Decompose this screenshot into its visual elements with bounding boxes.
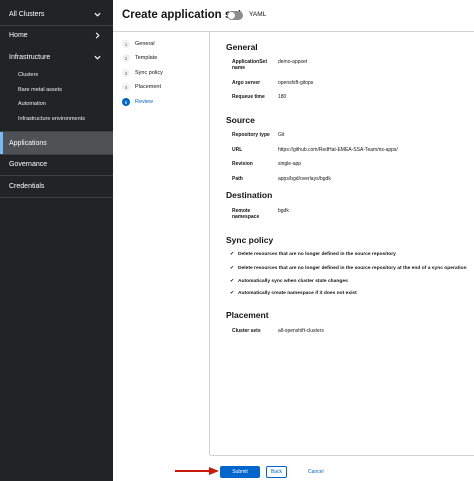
chevron-down-icon	[94, 54, 101, 61]
yaml-toggle-label: YAML	[249, 11, 267, 18]
cancel-button[interactable]: Cancel	[308, 466, 324, 478]
section-title-sync-policy: Sync policy	[226, 235, 274, 245]
revision-label: Revision	[232, 161, 253, 167]
sync-option-label: Delete resources that are no longer defi…	[238, 265, 467, 271]
arrow-right-icon	[175, 467, 219, 475]
requeue-time-value: 180	[278, 94, 287, 100]
check-icon: ✔	[230, 290, 235, 296]
submit-button[interactable]: Submit	[220, 466, 260, 478]
sidebar-item-label: Applications	[9, 139, 47, 147]
sidebar: All Clusters Home Infrastructure Cluster…	[0, 0, 113, 481]
argo-server-label: Argo server	[232, 80, 261, 86]
sidebar-subitem-bare-metal-assets[interactable]: Bare metal assets	[18, 87, 62, 93]
sync-option: ✔ Automatically sync when cluster state …	[230, 278, 348, 284]
sidebar-item-label: Home	[9, 31, 28, 39]
sidebar-item-credentials[interactable]: Credentials	[0, 178, 113, 194]
sidebar-item-label: Governance	[9, 160, 48, 168]
requeue-time-label: Requeue time	[232, 94, 265, 100]
back-button[interactable]: Back	[266, 466, 287, 478]
url-label: URL	[232, 147, 243, 153]
path-value: apps/bgd/overlays/bgdk	[278, 176, 331, 182]
check-icon: ✔	[230, 265, 235, 271]
url-value: https://github.com/RedHat-EMEA-SSA-Team/…	[278, 147, 398, 153]
yaml-toggle[interactable]	[227, 11, 243, 20]
step-number: 4	[122, 83, 130, 91]
sidebar-divider	[0, 25, 113, 26]
sidebar-divider	[0, 175, 113, 176]
path-label: Path	[232, 176, 243, 182]
sidebar-item-governance[interactable]: Governance	[0, 156, 113, 172]
sidebar-item-infrastructure[interactable]: Infrastructure	[0, 49, 113, 65]
sync-option-label: Automatically sync when cluster state ch…	[238, 278, 348, 284]
sidebar-item-applications[interactable]: Applications	[0, 132, 113, 154]
revision-value: single-app	[278, 161, 302, 167]
repo-type-value: Git	[278, 132, 285, 138]
wizard-step-general[interactable]: 1 General	[122, 40, 155, 48]
wizard-step-sync-policy[interactable]: 3 Sync policy	[122, 69, 163, 77]
cluster-sets-value: all-openshift-clusters	[278, 328, 324, 334]
sidebar-item-home[interactable]: Home	[0, 27, 113, 43]
wizard-step-placement[interactable]: 4 Placement	[122, 83, 161, 91]
sidebar-subitem-clusters[interactable]: Clusters	[18, 72, 38, 78]
check-icon: ✔	[230, 278, 235, 284]
wizard-nav: 1 General 2 Template 3 Sync policy 4 Pla…	[113, 32, 210, 455]
toggle-knob	[228, 12, 235, 19]
page-title: Create application set	[122, 9, 242, 21]
remote-namespace-label: Remote namespace	[232, 208, 260, 220]
sync-option: ✔ Delete resources that are no longer de…	[230, 251, 396, 257]
wizard-step-template[interactable]: 2 Template	[122, 54, 157, 62]
step-number: 3	[122, 69, 130, 77]
section-title-destination: Destination	[226, 190, 273, 200]
appset-name-value: demo-appset	[278, 59, 308, 65]
chevron-right-icon	[94, 31, 101, 39]
check-icon: ✔	[230, 251, 235, 257]
step-number: 5	[122, 98, 130, 106]
sync-option: ✔ Automatically create namespace if it d…	[230, 290, 357, 296]
repo-type-label: Repository type	[232, 132, 270, 138]
cluster-sets-label: Cluster sets	[232, 328, 261, 334]
cluster-switcher-label: All Clusters	[9, 10, 45, 18]
step-label: Template	[135, 55, 158, 61]
sidebar-divider	[0, 197, 113, 198]
sidebar-divider	[0, 154, 113, 155]
sync-option-label: Delete resources that are no longer defi…	[238, 251, 396, 257]
wizard-footer: Submit Back Cancel	[210, 455, 474, 481]
step-number: 2	[122, 54, 130, 62]
section-title-placement: Placement	[226, 310, 269, 320]
appset-name-label: ApplicationSet name	[232, 59, 268, 71]
sync-option-label: Automatically create namespace if it doe…	[238, 290, 357, 296]
section-title-general: General	[226, 42, 258, 52]
page-header: Create application set YAML	[113, 0, 474, 32]
step-label: Placement	[135, 84, 161, 90]
step-number: 1	[122, 40, 130, 48]
argo-server-value: openshift-gitops	[278, 80, 314, 86]
wizard-step-review[interactable]: 5 Review	[122, 98, 153, 106]
step-label: Sync policy	[135, 70, 163, 76]
step-label: General	[135, 41, 155, 47]
step-label: Review	[135, 99, 154, 105]
sidebar-item-label: Infrastructure	[9, 53, 51, 61]
chevron-down-icon	[94, 11, 101, 18]
sidebar-subitem-automation[interactable]: Automation	[18, 101, 46, 107]
remote-namespace-value: bgdk	[278, 208, 289, 214]
sidebar-subitem-infrastructure-environments[interactable]: Infrastructure environments	[18, 116, 85, 122]
section-title-source: Source	[226, 115, 255, 125]
sidebar-item-label: Credentials	[9, 182, 45, 190]
sync-option: ✔ Delete resources that are no longer de…	[230, 265, 467, 271]
cluster-switcher[interactable]: All Clusters	[0, 6, 113, 22]
